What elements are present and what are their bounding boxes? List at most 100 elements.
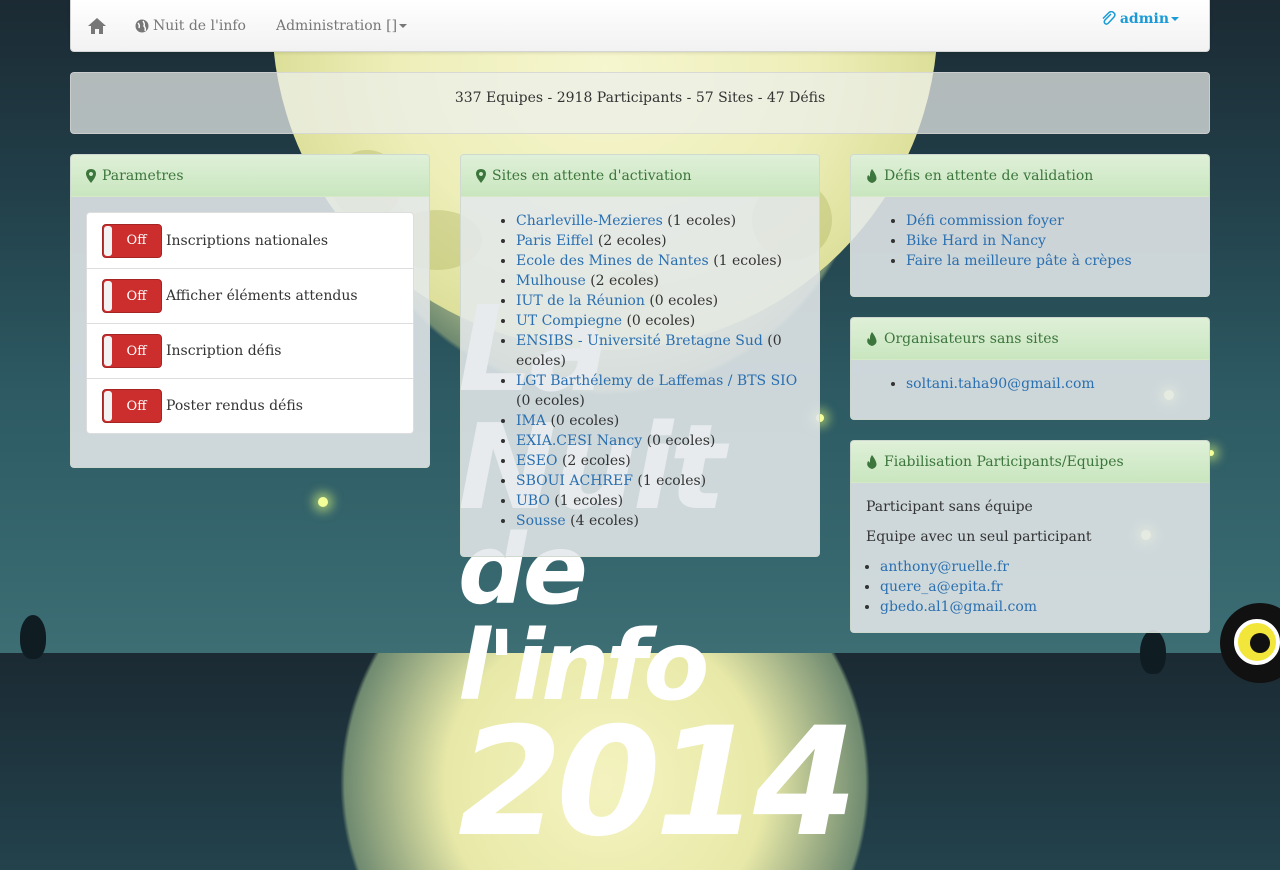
site-link[interactable]: IMA [516, 413, 546, 429]
list-item: EXIA.CESI Nancy (0 ecoles) [516, 431, 804, 451]
setting-label: Inscriptions nationales [166, 232, 329, 249]
administration-menu[interactable]: Administration [] [261, 0, 422, 51]
map-marker-icon [86, 168, 96, 183]
email-link[interactable]: soltani.taha90@gmail.com [906, 376, 1095, 392]
setting-row: Off Poster rendus défis [87, 378, 413, 433]
sites-panel: Sites en attente d'activation Charlevill… [460, 154, 820, 557]
list-item: IUT de la Réunion (0 ecoles) [516, 291, 804, 311]
list-item: Faire la meilleure pâte à crèpes [906, 251, 1194, 271]
email-link[interactable]: anthony@ruelle.fr [880, 559, 1009, 575]
list-item: ESEO (2 ecoles) [516, 451, 804, 471]
panel-title: Fiabilisation Participants/Equipes [884, 453, 1124, 470]
site-link[interactable]: Ecole des Mines de Nantes [516, 253, 709, 269]
site-link[interactable]: ENSIBS - Université Bretagne Sud [516, 333, 763, 349]
settings-list: Off Inscriptions nationales Off Afficher… [86, 212, 414, 434]
site-link[interactable]: Sousse [516, 513, 566, 529]
home-link[interactable] [71, 0, 123, 51]
toggle-switch[interactable]: Off [102, 389, 162, 423]
owl-illustration [1220, 603, 1280, 683]
participants-list: anthony@ruelle.fr quere_a@epita.fr gbedo… [866, 557, 1194, 617]
setting-label: Inscription défis [166, 343, 282, 359]
section-label: Equipe avec un seul participant [866, 529, 1092, 545]
list-item: Mulhouse (2 ecoles) [516, 271, 804, 291]
site-link[interactable]: Mulhouse [516, 273, 586, 289]
brand-link[interactable]: Nuit de l'info [123, 0, 261, 51]
toggle-switch[interactable]: Off [102, 334, 162, 368]
site-link[interactable]: IUT de la Réunion [516, 293, 645, 309]
site-link[interactable]: Paris Eiffel [516, 233, 593, 249]
fiabilisation-panel: Fiabilisation Participants/Equipes Parti… [850, 440, 1210, 633]
defis-list: Défi commission foyer Bike Hard in Nancy… [866, 211, 1194, 271]
setting-row: Off Afficher éléments attendus [87, 268, 413, 323]
section-label: Participant sans équipe [866, 499, 1033, 515]
site-link[interactable]: EXIA.CESI Nancy [516, 433, 642, 449]
list-item: UBO (1 ecoles) [516, 491, 804, 511]
chevron-down-icon [399, 23, 408, 28]
navbar: Nuit de l'info Administration [] admin [70, 0, 1210, 52]
defi-link[interactable]: Bike Hard in Nancy [906, 233, 1046, 249]
list-item: quere_a@epita.fr [880, 577, 1194, 597]
list-item: LGT Barthélemy de Laffemas / BTS SIO (0 … [516, 371, 804, 411]
organisateurs-panel: Organisateurs sans sites soltani.taha90@… [850, 317, 1210, 420]
setting-row: Off Inscriptions nationales [87, 213, 413, 268]
sites-list: Charleville-Mezieres (1 ecoles) Paris Ei… [476, 211, 804, 531]
list-item: IMA (0 ecoles) [516, 411, 804, 431]
administration-label: Administration [] [275, 17, 398, 34]
map-marker-icon [476, 168, 486, 183]
chevron-down-icon [1171, 17, 1179, 21]
leaf-decoration [20, 615, 46, 659]
defis-panel: Défis en attente de validation Défi comm… [850, 154, 1210, 297]
fire-icon [866, 168, 878, 183]
site-link[interactable]: ESEO [516, 453, 558, 469]
list-item: Défi commission foyer [906, 211, 1194, 231]
leaf-decoration [1140, 630, 1166, 674]
organisateurs-list: soltani.taha90@gmail.com [866, 374, 1194, 394]
globe-icon [135, 19, 149, 32]
stats-banner: 337 Equipes - 2918 Participants - 57 Sit… [70, 72, 1210, 134]
site-link[interactable]: SBOUI ACHREF [516, 473, 633, 489]
firefly [318, 497, 328, 507]
email-link[interactable]: gbedo.al1@gmail.com [880, 599, 1037, 615]
list-item: Bike Hard in Nancy [906, 231, 1194, 251]
defi-link[interactable]: Défi commission foyer [906, 213, 1064, 229]
fire-icon [866, 454, 878, 469]
panel-title: Sites en attente d'activation [492, 167, 692, 184]
fire-icon [866, 331, 878, 346]
home-icon [88, 17, 106, 34]
stats-text: 337 Equipes - 2918 Participants - 57 Sit… [454, 90, 826, 106]
panel-heading: Sites en attente d'activation [461, 155, 819, 197]
list-item: Paris Eiffel (2 ecoles) [516, 231, 804, 251]
site-link[interactable]: LGT Barthélemy de Laffemas / BTS SIO [516, 373, 797, 389]
panel-heading: Parametres [71, 155, 429, 197]
panel-title: Organisateurs sans sites [884, 330, 1059, 347]
site-link[interactable]: UBO [516, 493, 550, 509]
list-item: Ecole des Mines de Nantes (1 ecoles) [516, 251, 804, 271]
toggle-switch[interactable]: Off [102, 223, 162, 258]
list-item: UT Compiegne (0 ecoles) [516, 311, 804, 331]
paperclip-icon [1102, 11, 1116, 25]
list-item: ENSIBS - Université Bretagne Sud (0 ecol… [516, 331, 804, 371]
site-link[interactable]: Charleville-Mezieres [516, 213, 663, 229]
list-item: Sousse (4 ecoles) [516, 511, 804, 531]
setting-label: Poster rendus défis [166, 398, 303, 414]
username-label: admin [1119, 11, 1169, 27]
parametres-panel: Parametres Off Inscriptions nationales O… [70, 154, 430, 468]
brand-label: Nuit de l'info [153, 17, 246, 34]
panel-title: Parametres [102, 167, 184, 184]
site-link[interactable]: UT Compiegne [516, 313, 622, 329]
setting-row: Off Inscription défis [87, 323, 413, 378]
panel-heading: Défis en attente de validation [851, 155, 1209, 197]
list-item: soltani.taha90@gmail.com [906, 374, 1194, 394]
email-link[interactable]: quere_a@epita.fr [880, 579, 1003, 595]
panel-title: Défis en attente de validation [884, 167, 1094, 184]
setting-label: Afficher éléments attendus [166, 288, 358, 304]
list-item: anthony@ruelle.fr [880, 557, 1194, 577]
user-menu[interactable]: admin [1100, 11, 1179, 27]
list-item: Charleville-Mezieres (1 ecoles) [516, 211, 804, 231]
toggle-switch[interactable]: Off [102, 279, 162, 313]
defi-link[interactable]: Faire la meilleure pâte à crèpes [906, 253, 1132, 269]
panel-heading: Fiabilisation Participants/Equipes [851, 441, 1209, 483]
list-item: gbedo.al1@gmail.com [880, 597, 1194, 617]
panel-heading: Organisateurs sans sites [851, 318, 1209, 360]
list-item: SBOUI ACHREF (1 ecoles) [516, 471, 804, 491]
